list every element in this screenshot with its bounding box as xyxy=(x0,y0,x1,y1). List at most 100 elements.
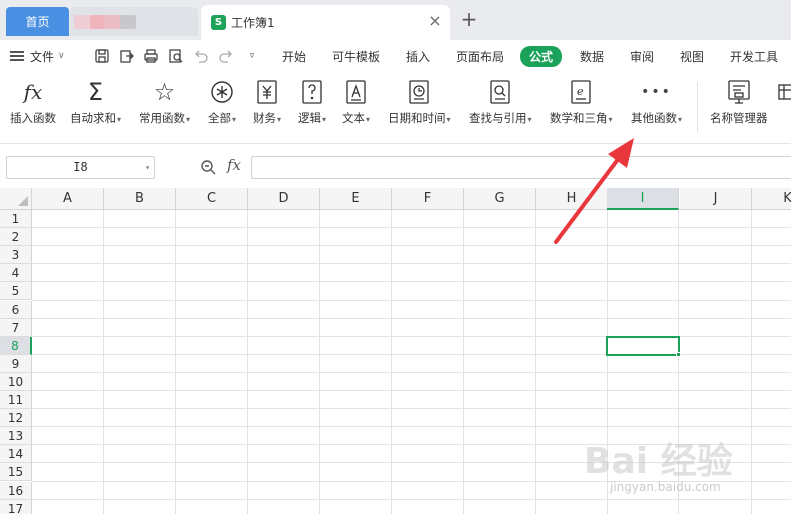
active-cell[interactable] xyxy=(606,335,680,356)
row-header-15[interactable]: 15 xyxy=(0,463,32,482)
tab-blurred[interactable] xyxy=(70,7,198,36)
annotation-arrow-icon xyxy=(554,138,634,244)
insert-function-label: 插入函数 xyxy=(10,111,56,125)
undo-icon[interactable] xyxy=(191,46,211,66)
column-header-j[interactable]: J xyxy=(680,188,752,210)
name-manager-button[interactable]: 名称管理器 xyxy=(710,78,768,126)
search-icon xyxy=(489,78,511,106)
math-trig-label: 数学和三角 xyxy=(550,111,608,125)
autosum-button[interactable]: Σ 自动求和▾ xyxy=(70,78,121,126)
tab-page-layout[interactable]: 页面布局 xyxy=(456,48,504,65)
chevron-down-icon: ▾ xyxy=(678,115,683,124)
save-icon[interactable] xyxy=(92,46,112,66)
chevron-down-icon: ▾ xyxy=(366,115,371,124)
select-all-corner[interactable] xyxy=(0,188,32,210)
lookup-reference-label: 查找与引用 xyxy=(469,111,527,125)
row-header-14[interactable]: 14 xyxy=(0,445,32,464)
row-header-13[interactable]: 13 xyxy=(0,427,32,446)
menu-bar: 文件 ∨ ▿ 开始 可牛模板 插入 页面布局 公式 数据 审阅 视图 开发工具 xyxy=(0,40,791,72)
grid-line xyxy=(391,210,392,514)
more-icon: ••• xyxy=(641,84,672,100)
date-time-button[interactable]: 日期和时间▾ xyxy=(388,78,451,126)
tab-workbook-title: 工作簿1 xyxy=(231,16,275,30)
fill-handle[interactable] xyxy=(676,351,681,357)
baidu-watermark: Bai 经验 jingyan.baidu.com xyxy=(584,432,784,512)
zoom-icon[interactable] xyxy=(200,159,216,175)
other-functions-button[interactable]: ••• 其他函数▾ xyxy=(631,78,682,126)
column-header-b[interactable]: B xyxy=(104,188,176,210)
row-header-3[interactable]: 3 xyxy=(0,246,32,265)
column-header-f[interactable]: F xyxy=(392,188,464,210)
hamburger-icon xyxy=(10,51,24,61)
tab-developer[interactable]: 开发工具 xyxy=(730,48,778,65)
fx-icon[interactable]: fx xyxy=(227,156,241,174)
row-header-4[interactable]: 4 xyxy=(0,264,32,283)
chevron-down-icon: ▾ xyxy=(186,115,191,124)
row-header-7[interactable]: 7 xyxy=(0,318,32,337)
row-header-8[interactable]: 8 xyxy=(0,336,32,355)
name-manager-label: 名称管理器 xyxy=(710,111,768,125)
row-header-10[interactable]: 10 xyxy=(0,372,32,391)
redo-icon[interactable] xyxy=(216,46,236,66)
all-functions-button[interactable]: 全部▾ xyxy=(208,78,236,126)
grid-line xyxy=(32,227,791,229)
row-header-9[interactable]: 9 xyxy=(0,354,32,373)
row-header-16[interactable]: 16 xyxy=(0,481,32,500)
row-header-5[interactable]: 5 xyxy=(0,282,32,301)
logic-button[interactable]: 逻辑▾ xyxy=(298,78,326,126)
export-icon[interactable] xyxy=(117,46,137,66)
file-menu[interactable]: 文件 ∨ xyxy=(10,46,73,66)
file-menu-label: 文件 xyxy=(30,49,55,64)
ribbon-divider xyxy=(697,82,698,132)
row-header-6[interactable]: 6 xyxy=(0,300,32,319)
chevron-down-icon: ∨ xyxy=(58,51,65,61)
quick-access-dropdown-icon[interactable]: ▿ xyxy=(242,46,262,66)
tab-bar: 首页 S 工作簿1 × + xyxy=(0,0,791,40)
tab-home-label: 首页 xyxy=(25,15,50,29)
column-header-g[interactable]: G xyxy=(464,188,536,210)
grid-line xyxy=(32,263,791,265)
close-icon[interactable]: × xyxy=(428,13,442,29)
formula-input[interactable] xyxy=(251,156,791,179)
print-icon[interactable] xyxy=(141,46,161,66)
column-header-d[interactable]: D xyxy=(248,188,320,210)
question-icon xyxy=(301,78,323,106)
row-header-2[interactable]: 2 xyxy=(0,228,32,247)
chevron-down-icon[interactable]: ▾ xyxy=(145,157,150,178)
tab-workbook[interactable]: S 工作簿1 × xyxy=(201,5,450,40)
tab-start[interactable]: 开始 xyxy=(282,48,306,65)
spreadsheet-icon: S xyxy=(211,15,226,30)
row-header-17[interactable]: 17 xyxy=(0,499,32,514)
chevron-down-icon: ▾ xyxy=(277,115,282,124)
tab-review[interactable]: 审阅 xyxy=(630,48,654,65)
chevron-down-icon: ▾ xyxy=(117,115,122,124)
column-header-e[interactable]: E xyxy=(320,188,392,210)
grid-line xyxy=(32,408,791,410)
insert-function-button[interactable]: fx 插入函数 xyxy=(10,78,56,126)
tab-data[interactable]: 数据 xyxy=(580,48,604,65)
asterisk-icon xyxy=(210,78,234,106)
grid-line xyxy=(32,281,791,283)
watermark-url: jingyan.baidu.com xyxy=(610,480,721,494)
print-preview-icon[interactable] xyxy=(166,46,186,66)
tab-view[interactable]: 视图 xyxy=(680,48,704,65)
table-icon xyxy=(778,78,791,106)
column-header-c[interactable]: C xyxy=(176,188,248,210)
row-header-12[interactable]: 12 xyxy=(0,409,32,428)
tab-templates[interactable]: 可牛模板 xyxy=(332,48,380,65)
tab-formulas[interactable]: 公式 xyxy=(520,46,563,67)
column-header-k[interactable]: K xyxy=(752,188,791,210)
more-ribbon-button[interactable] xyxy=(778,78,791,106)
lookup-reference-button[interactable]: 查找与引用▾ xyxy=(469,78,532,126)
tab-home[interactable]: 首页 xyxy=(6,7,69,36)
text-button[interactable]: 文本▾ xyxy=(342,78,370,126)
column-header-a[interactable]: A xyxy=(32,188,104,210)
name-box[interactable]: I8 ▾ xyxy=(6,156,155,179)
row-header-11[interactable]: 11 xyxy=(0,391,32,409)
math-trig-button[interactable]: e 数学和三角▾ xyxy=(550,78,613,126)
common-functions-button[interactable]: ☆ 常用函数▾ xyxy=(139,78,190,126)
row-header-1[interactable]: 1 xyxy=(0,210,32,228)
plus-icon[interactable]: + xyxy=(460,9,478,29)
tab-insert[interactable]: 插入 xyxy=(406,48,430,65)
finance-button[interactable]: 财务▾ xyxy=(253,78,281,126)
